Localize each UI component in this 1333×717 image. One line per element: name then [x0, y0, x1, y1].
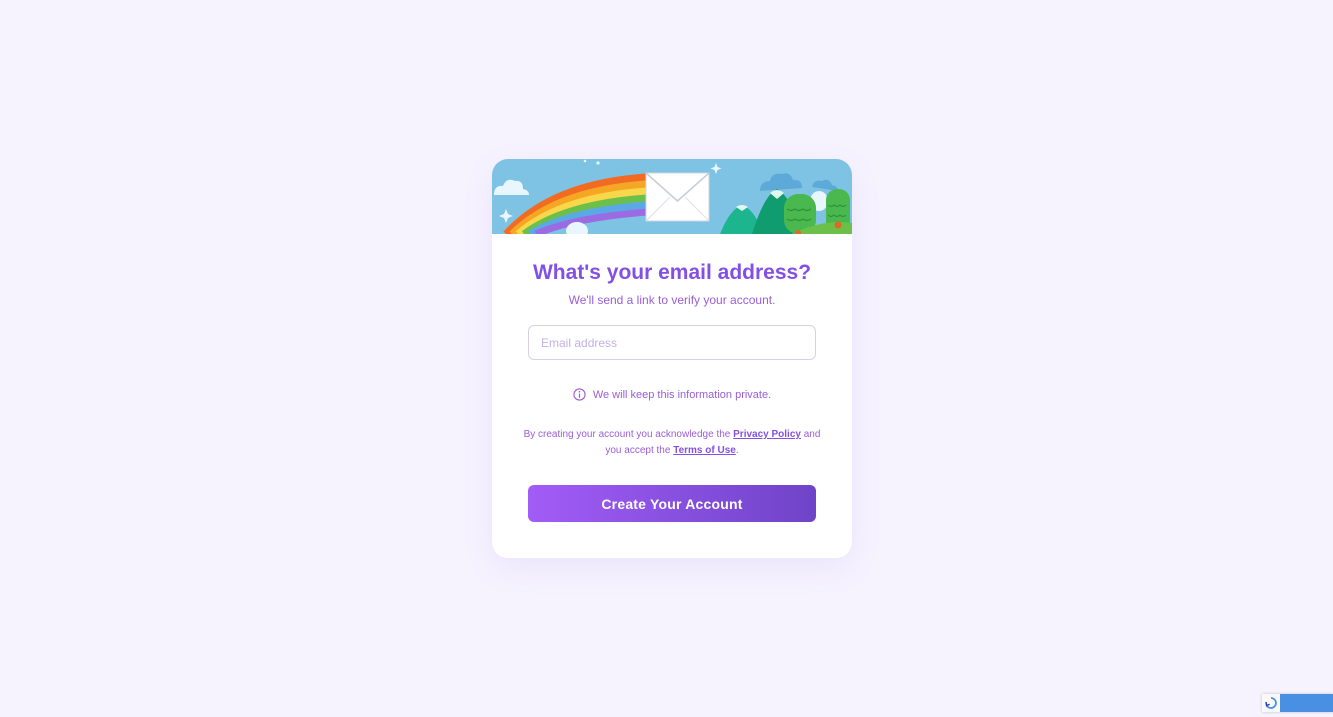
- privacy-note-text: We will keep this information private.: [592, 388, 772, 401]
- legal-prefix: By creating your account you acknowledge…: [523, 429, 731, 440]
- create-account-button[interactable]: Create Your Account: [528, 485, 816, 522]
- legal-text: By creating your account you acknowledge…: [522, 427, 822, 459]
- privacy-note: We will keep this information private.: [492, 388, 852, 401]
- privacy-policy-link[interactable]: Privacy Policy: [733, 429, 801, 440]
- banner-illustration: [492, 159, 852, 234]
- legal-suffix: .: [735, 445, 739, 456]
- email-input[interactable]: [528, 325, 816, 360]
- recaptcha-icon: [1262, 694, 1280, 712]
- page-subtitle: We'll send a link to verify your account…: [568, 293, 776, 307]
- terms-of-use-link[interactable]: Terms of Use: [673, 445, 736, 456]
- recaptcha-panel: [1280, 694, 1333, 712]
- info-icon: [573, 388, 586, 401]
- page-title: What's your email address?: [532, 261, 812, 284]
- signup-card: What's your email address? We'll send a …: [492, 159, 852, 558]
- recaptcha-badge[interactable]: [1262, 694, 1333, 712]
